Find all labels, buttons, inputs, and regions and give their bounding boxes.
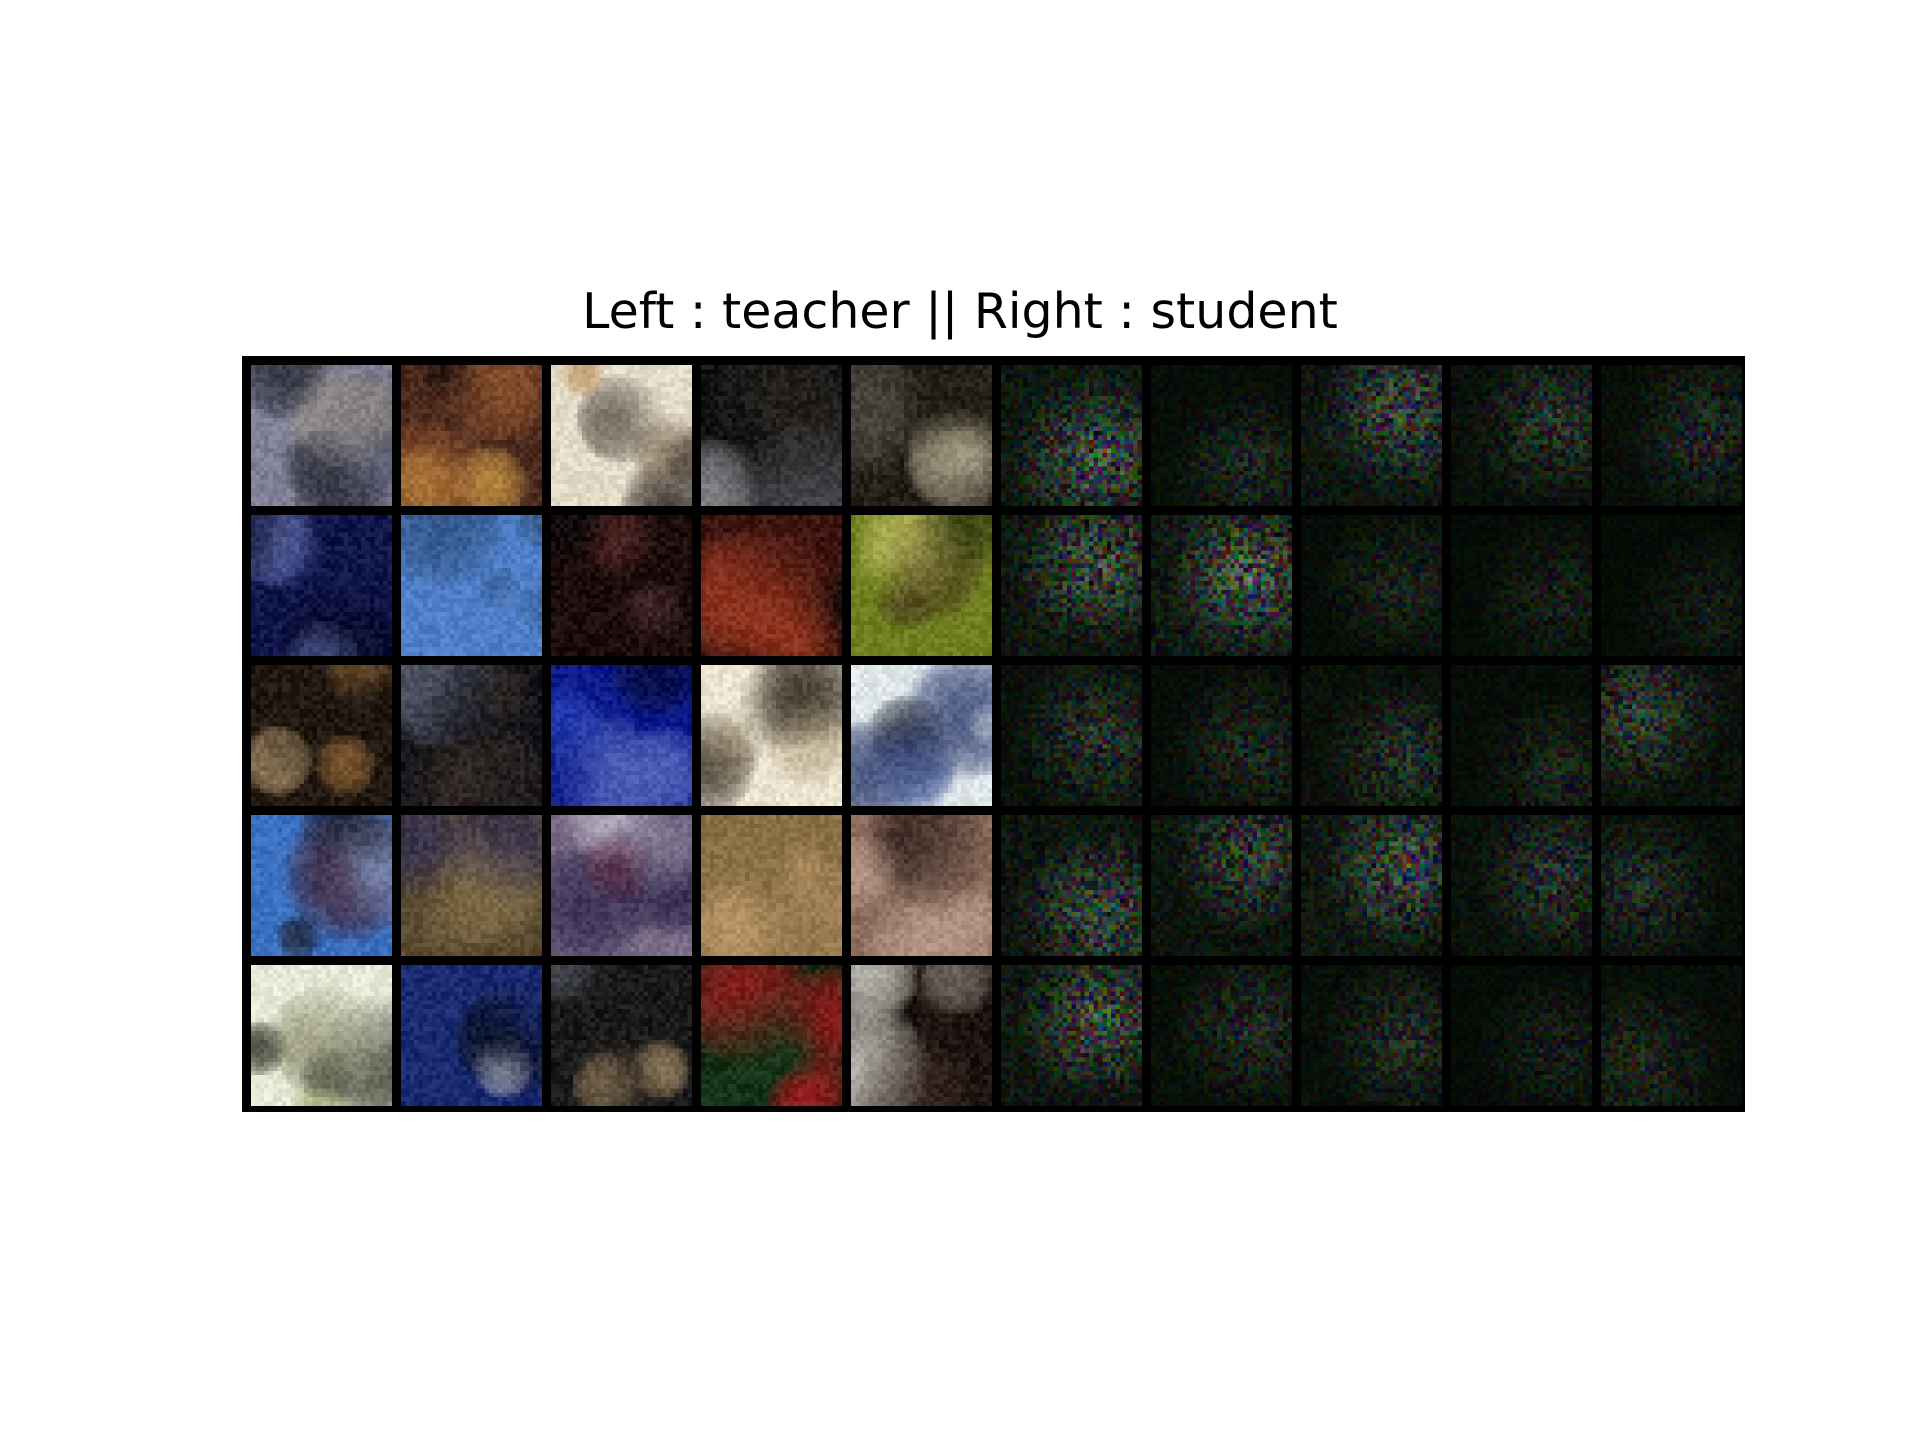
teacher-sample-2-2 [401, 515, 542, 656]
teacher-sample-3-3 [551, 665, 692, 806]
image-grid [242, 356, 1745, 1112]
teacher-sample-3-4 [701, 665, 842, 806]
teacher-sample-4-3 [551, 815, 692, 956]
teacher-sample-1-4 [701, 365, 842, 506]
teacher-sample-5-3 [551, 965, 692, 1106]
teacher-sample-3-1 [251, 665, 392, 806]
teacher-sample-5-1 [251, 965, 392, 1106]
figure-title: Left : teacher || Right : student [582, 283, 1338, 340]
student-sample-4-3 [1301, 815, 1442, 956]
student-sample-3-5 [1601, 665, 1742, 806]
student-sample-5-5 [1601, 965, 1742, 1106]
teacher-sample-4-5 [851, 815, 992, 956]
student-sample-4-5 [1601, 815, 1742, 956]
student-sample-3-2 [1151, 665, 1292, 806]
student-sample-3-4 [1451, 665, 1592, 806]
teacher-sample-4-4 [701, 815, 842, 956]
student-sample-1-5 [1601, 365, 1742, 506]
teacher-sample-5-4 [701, 965, 842, 1106]
teacher-sample-2-3 [551, 515, 692, 656]
student-sample-2-4 [1451, 515, 1592, 656]
student-sample-5-4 [1451, 965, 1592, 1106]
student-sample-3-3 [1301, 665, 1442, 806]
teacher-sample-1-2 [401, 365, 542, 506]
teacher-sample-2-4 [701, 515, 842, 656]
teacher-sample-4-2 [401, 815, 542, 956]
teacher-sample-3-2 [401, 665, 542, 806]
student-sample-2-1 [1001, 515, 1142, 656]
student-sample-5-1 [1001, 965, 1142, 1106]
student-sample-1-3 [1301, 365, 1442, 506]
student-sample-4-1 [1001, 815, 1142, 956]
teacher-sample-1-1 [251, 365, 392, 506]
student-sample-2-3 [1301, 515, 1442, 656]
teacher-sample-5-2 [401, 965, 542, 1106]
student-sample-5-3 [1301, 965, 1442, 1106]
student-sample-1-4 [1451, 365, 1592, 506]
student-sample-4-4 [1451, 815, 1592, 956]
student-sample-3-1 [1001, 665, 1142, 806]
teacher-sample-1-5 [851, 365, 992, 506]
student-sample-2-2 [1151, 515, 1292, 656]
student-sample-5-2 [1151, 965, 1292, 1106]
teacher-sample-2-5 [851, 515, 992, 656]
teacher-sample-5-5 [851, 965, 992, 1106]
student-sample-4-2 [1151, 815, 1292, 956]
teacher-sample-2-1 [251, 515, 392, 656]
teacher-sample-1-3 [551, 365, 692, 506]
teacher-sample-3-5 [851, 665, 992, 806]
teacher-sample-4-1 [251, 815, 392, 956]
student-sample-1-1 [1001, 365, 1142, 506]
student-sample-2-5 [1601, 515, 1742, 656]
student-sample-1-2 [1151, 365, 1292, 506]
